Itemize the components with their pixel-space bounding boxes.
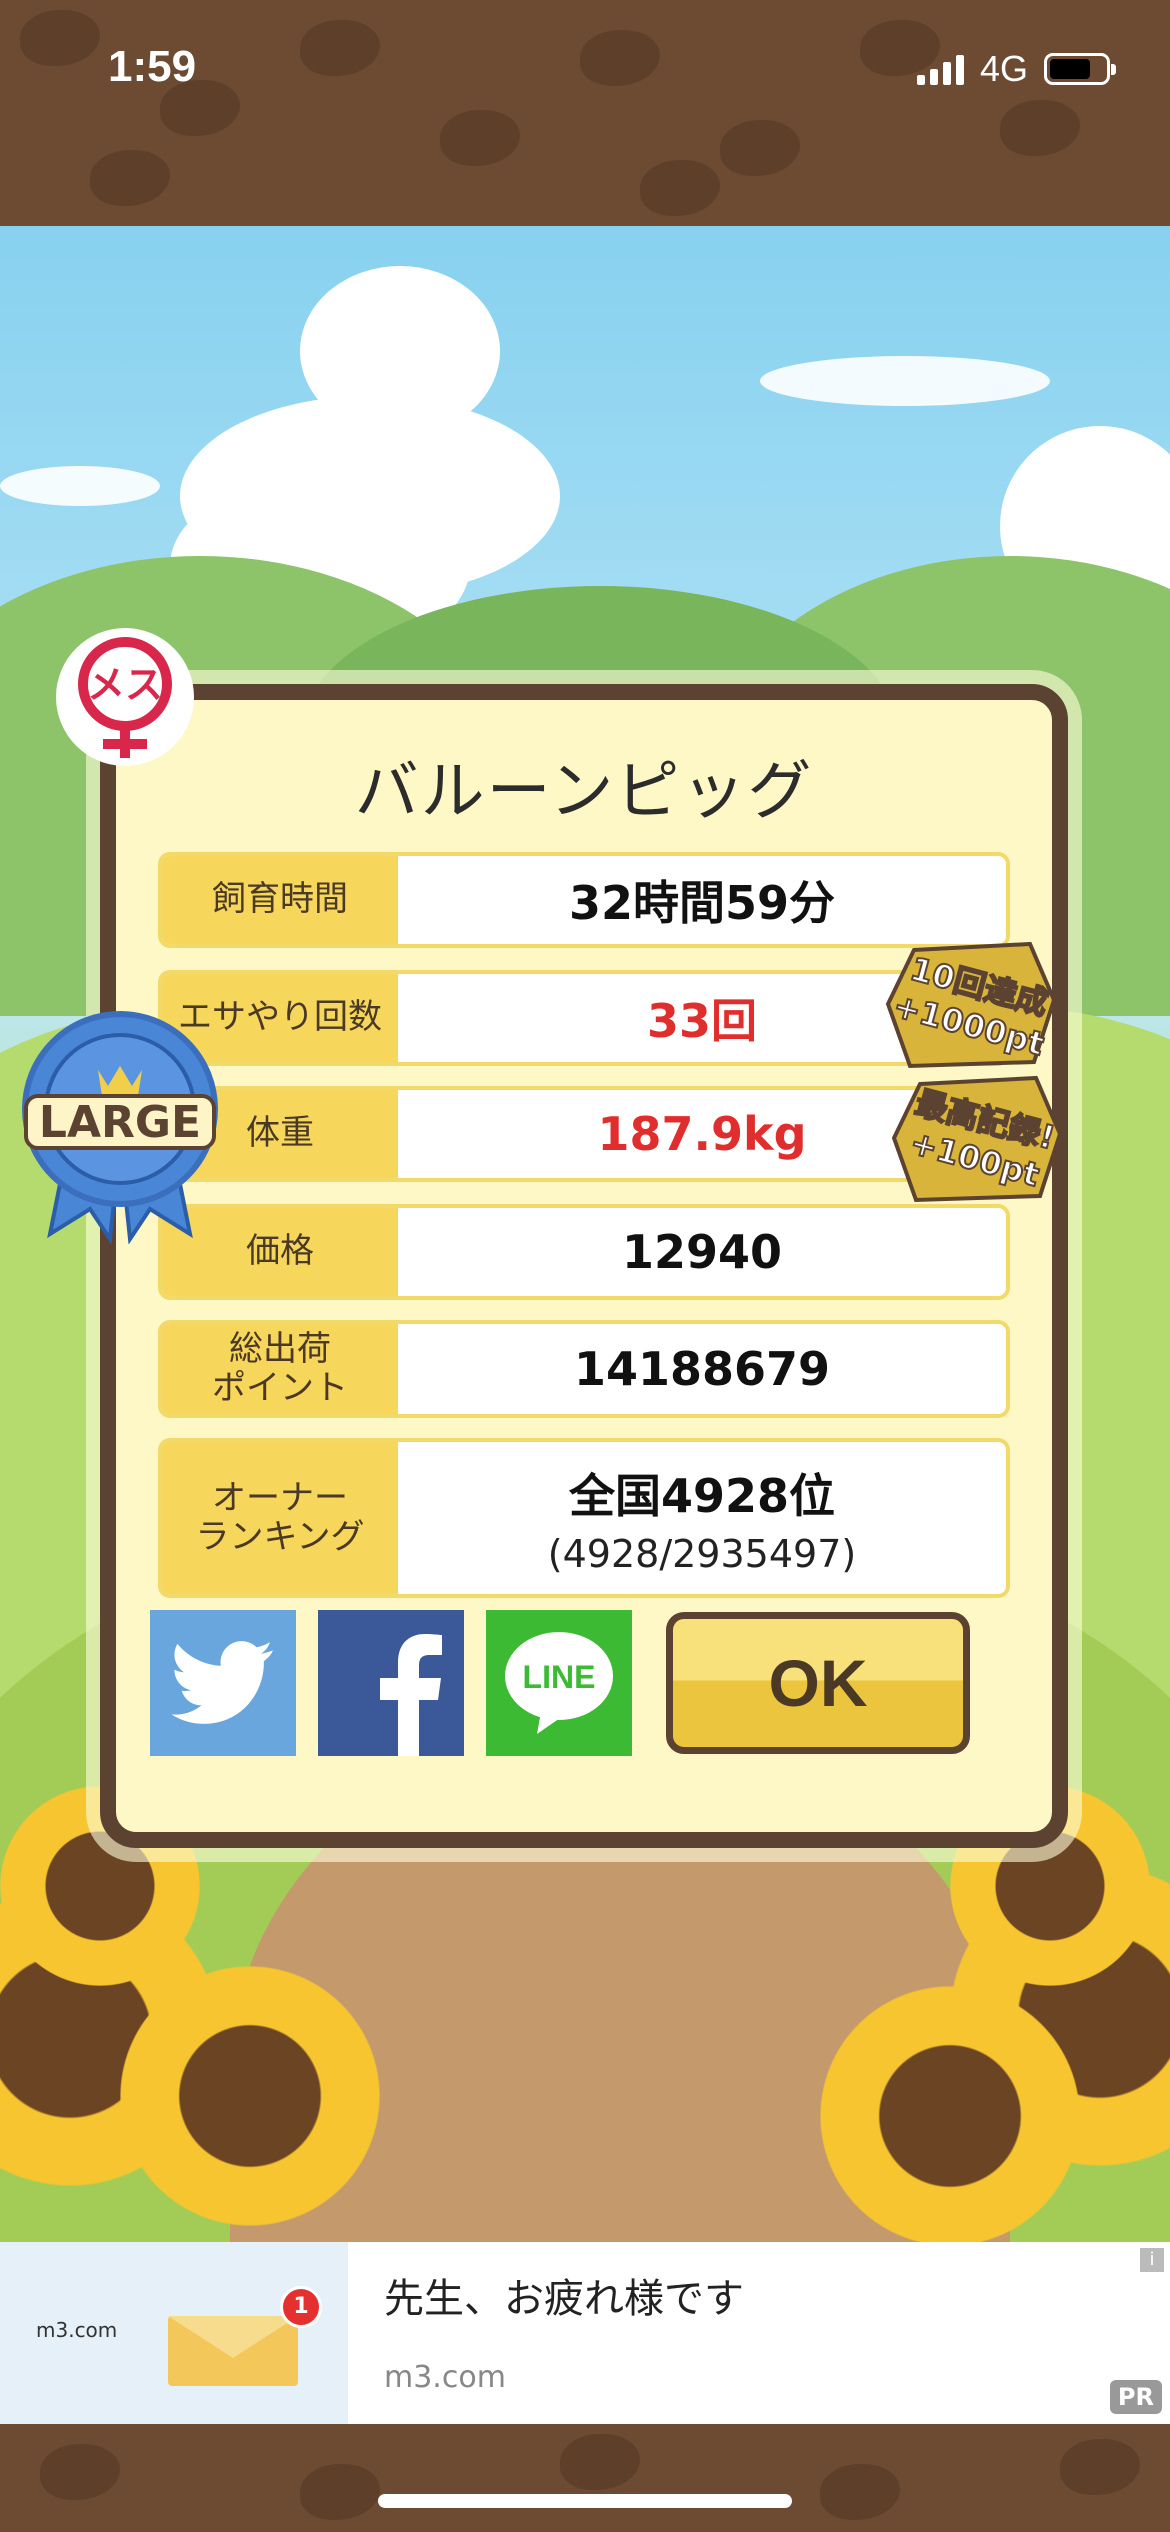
stat-value: 全国4928位 (4928/2935497) (398, 1442, 1006, 1594)
cellular-signal-icon (916, 53, 964, 85)
stat-label: オーナー ランキング (162, 1442, 398, 1594)
status-bar: 1:59 4G (0, 0, 1170, 140)
female-symbol-icon: メス (78, 637, 172, 758)
notification-badge: 1 (280, 2286, 322, 2328)
ad-logo: m3.com (36, 2318, 118, 2342)
bonus-badge-10-feeds: 10回達成 +1000pt (884, 940, 1060, 1070)
pet-name-title: バルーンピッグ (354, 755, 814, 829)
line-share-button[interactable]: LINE (486, 1610, 632, 1756)
gender-text: メス (87, 663, 163, 707)
status-time: 1:59 (108, 42, 197, 91)
stat-row-price: 価格 12940 (158, 1204, 1010, 1300)
bonus-badge-best-record: 最高記録! +100pt (890, 1074, 1066, 1204)
stat-row-breeding-time: 飼育時間 32時間59分 (158, 852, 1010, 948)
stat-label: 飼育時間 (162, 856, 398, 944)
ad-headline[interactable]: 先生、お疲れ様です (384, 2266, 744, 2324)
stat-row-owner-ranking: オーナー ランキング 全国4928位 (4928/2935497) (158, 1438, 1010, 1598)
result-panel: バルーンピッグ 飼育時間 32時間59分 エサやり回数 33回 体重 187.9… (100, 684, 1068, 1848)
twitter-share-button[interactable] (150, 1610, 296, 1756)
twitter-bird-icon (171, 1641, 273, 1724)
ad-thumbnail[interactable]: m3.com 1 (0, 2242, 348, 2424)
ok-button[interactable]: OK (666, 1612, 970, 1754)
stat-label: 総出荷 ポイント (162, 1324, 398, 1414)
stat-row-weight: 体重 187.9kg (158, 1086, 1010, 1182)
female-gender-badge: メス (56, 628, 194, 766)
home-indicator[interactable] (378, 2494, 792, 2508)
facebook-share-button[interactable] (318, 1610, 464, 1756)
stat-value: 14188679 (398, 1324, 1006, 1414)
line-label: LINE (523, 1659, 596, 1695)
ad-pr-label: PR (1109, 2380, 1162, 2414)
stat-row-feed-count: エサやり回数 33回 (158, 970, 1010, 1066)
ad-banner[interactable]: m3.com 1 先生、お疲れ様です m3.com i PR (0, 2242, 1170, 2424)
stat-row-shipping-points: 総出荷 ポイント 14188679 (158, 1320, 1010, 1418)
ranking-text: 全国4928位 (568, 1469, 836, 1523)
network-type: 4G (979, 48, 1028, 89)
stat-value: 32時間59分 (398, 856, 1006, 944)
ranking-detail: (4928/2935497) (547, 1532, 857, 1576)
ad-domain: m3.com (384, 2360, 506, 2395)
ad-info-icon[interactable]: i (1140, 2248, 1164, 2272)
ribbon-text: LARGE (39, 1097, 201, 1148)
ribbon-icon: LARGE (22, 1011, 218, 1245)
battery-icon (1044, 53, 1116, 85)
stat-value: 12940 (398, 1208, 1006, 1296)
large-size-ribbon: LARGE (20, 1004, 220, 1245)
facebook-f-icon (380, 1634, 442, 1756)
line-icon: LINE (505, 1632, 613, 1734)
bottom-pattern-background (0, 2424, 1170, 2532)
